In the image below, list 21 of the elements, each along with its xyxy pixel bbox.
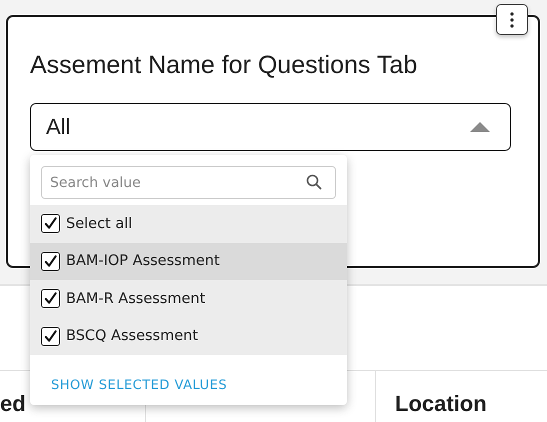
column-header: ed [0, 391, 26, 416]
option-item[interactable]: Select all [30, 205, 347, 242]
option-label: BAM-IOP Assessment [66, 253, 220, 270]
option-item[interactable]: BAM-R Assessment [30, 280, 347, 318]
option-item[interactable]: BAM-IOP Assessment [30, 242, 347, 280]
select-dropdown[interactable]: All [30, 103, 511, 151]
card-title: Assement Name for Questions Tab [30, 51, 418, 80]
checkbox[interactable] [41, 289, 60, 308]
checkbox[interactable] [41, 214, 60, 234]
option-label: BSCQ Assessment [66, 328, 198, 344]
option-item[interactable]: BSCQ Assessment [30, 318, 347, 355]
column-header: Location [395, 391, 487, 416]
search-field[interactable]: Search value [41, 166, 336, 199]
checkbox[interactable] [41, 252, 60, 271]
search-icon [306, 174, 322, 190]
caret-icon [470, 122, 490, 132]
more-icon [510, 12, 514, 28]
option-label: BAM-R Assessment [66, 290, 206, 307]
checkbox[interactable] [41, 326, 60, 346]
option-label: Select all [66, 216, 132, 232]
more-button[interactable] [496, 4, 528, 35]
